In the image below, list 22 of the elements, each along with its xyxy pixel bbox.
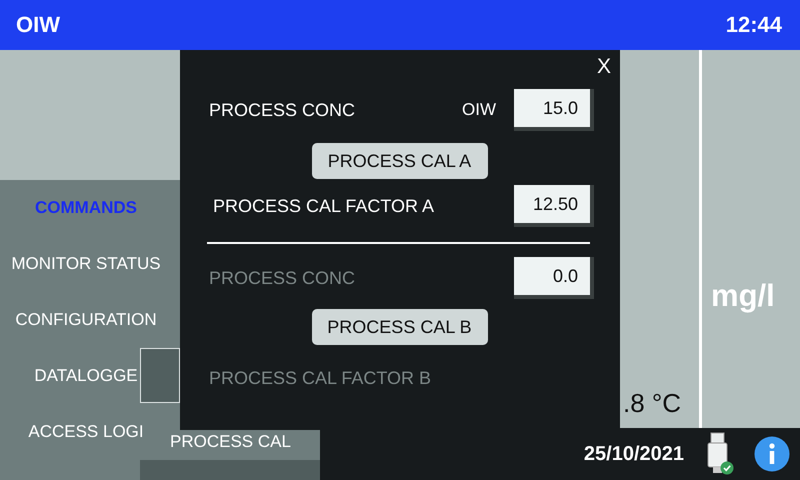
calibrate-button[interactable]: PROCESS CAL A xyxy=(312,143,488,179)
close-button[interactable]: X xyxy=(596,55,611,79)
date-text: 25/10/2021 xyxy=(584,442,684,466)
field-label: PROCESS CONC xyxy=(209,100,356,120)
unit-label: OIW xyxy=(462,100,496,120)
info-icon[interactable] xyxy=(754,436,790,472)
value-field[interactable]: 15.0 xyxy=(514,89,594,131)
temperature-reading: .8 °C xyxy=(623,388,682,419)
field-label: PROCESS CONC xyxy=(209,268,356,288)
menu-item[interactable]: MONITOR STATUS xyxy=(11,236,161,292)
value-field[interactable]: 12.50 xyxy=(514,185,594,227)
clock-time: 12:44 xyxy=(726,12,782,38)
menu-item[interactable]: ACCESS LOGI xyxy=(28,404,144,460)
usb-drive-icon[interactable] xyxy=(706,432,734,476)
menu-item[interactable]: DATALOGGE xyxy=(34,348,138,404)
unit-label: mg/l xyxy=(711,278,775,314)
field-label: PROCESS CAL FACTOR A xyxy=(213,196,434,216)
field-label: PROCESS CAL FACTOR B xyxy=(209,368,432,388)
menu-tile[interactable] xyxy=(140,348,180,403)
menu-item[interactable]: CONFIGURATION xyxy=(15,292,157,348)
app-title: OIW xyxy=(16,12,60,38)
submenu-item[interactable]: PROCESS CAL xyxy=(170,432,291,452)
